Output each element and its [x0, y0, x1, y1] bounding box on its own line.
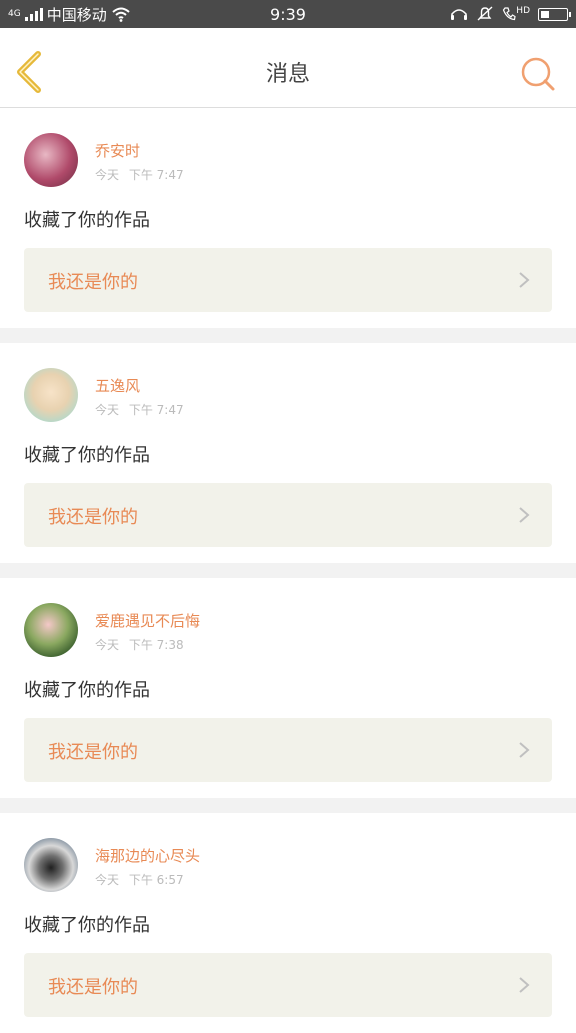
message-list: 乔安时 今天 下午 7:47 收藏了你的作品 我还是你的 五逸风 今天 下午 7…: [0, 108, 576, 1033]
chevron-right-icon: [519, 272, 530, 288]
work-title: 我还是你的: [48, 507, 138, 528]
work-title: 我还是你的: [48, 977, 138, 998]
referenced-work[interactable]: 我还是你的: [24, 953, 552, 1017]
username[interactable]: 五逸风: [95, 375, 140, 396]
username[interactable]: 爱鹿遇见不后悔: [95, 610, 200, 631]
page-title: 消息: [265, 62, 310, 87]
date-label: 今天: [95, 873, 120, 887]
avatar[interactable]: [24, 603, 78, 657]
timestamp: 下午 6:57: [128, 873, 184, 887]
message-text: 收藏了你的作品: [24, 210, 150, 231]
battery-icon: [538, 7, 571, 21]
divider: [0, 798, 576, 813]
work-title: 我还是你的: [48, 742, 138, 763]
chevron-right-icon: [519, 507, 530, 523]
message-meta: 今天 下午 6:57: [95, 871, 184, 888]
referenced-work[interactable]: 我还是你的: [24, 718, 552, 782]
message-text: 收藏了你的作品: [24, 680, 150, 701]
message-card: 五逸风 今天 下午 7:47 收藏了你的作品 我还是你的: [0, 343, 576, 563]
date-label: 今天: [95, 168, 120, 182]
status-bar: 4G 中国移动 9:39 HD: [0, 0, 576, 28]
search-icon[interactable]: [520, 56, 556, 92]
timestamp: 下午 7:47: [128, 403, 184, 417]
timestamp: 下午 7:47: [128, 168, 184, 182]
date-label: 今天: [95, 403, 120, 417]
message-meta: 今天 下午 7:38: [95, 636, 184, 653]
divider: [0, 328, 576, 343]
message-meta: 今天 下午 7:47: [95, 166, 184, 183]
username[interactable]: 海那边的心尽头: [95, 845, 200, 866]
avatar[interactable]: [24, 368, 78, 422]
referenced-work[interactable]: 我还是你的: [24, 248, 552, 312]
referenced-work[interactable]: 我还是你的: [24, 483, 552, 547]
username[interactable]: 乔安时: [95, 140, 140, 161]
app-header: 消息: [0, 28, 576, 108]
work-title: 我还是你的: [48, 272, 138, 293]
chevron-right-icon: [519, 742, 530, 758]
date-label: 今天: [95, 638, 120, 652]
message-meta: 今天 下午 7:47: [95, 401, 184, 418]
avatar[interactable]: [24, 133, 78, 187]
avatar[interactable]: [24, 838, 78, 892]
timestamp: 下午 7:38: [128, 638, 184, 652]
message-card: 乔安时 今天 下午 7:47 收藏了你的作品 我还是你的: [0, 108, 576, 328]
message-card: 海那边的心尽头 今天 下午 6:57 收藏了你的作品 我还是你的: [0, 813, 576, 1033]
status-time: 9:39: [270, 4, 306, 24]
message-text: 收藏了你的作品: [24, 915, 150, 936]
message-text: 收藏了你的作品: [24, 445, 150, 466]
divider: [0, 563, 576, 578]
chevron-right-icon: [519, 977, 530, 993]
message-card: 爱鹿遇见不后悔 今天 下午 7:38 收藏了你的作品 我还是你的: [0, 578, 576, 798]
